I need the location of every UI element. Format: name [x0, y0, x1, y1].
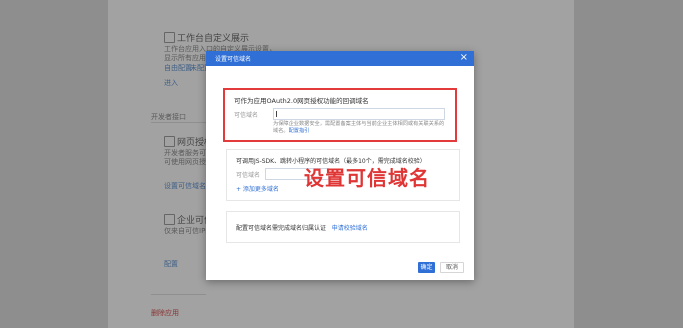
dev-info-label: 开发者接口	[151, 113, 186, 121]
jssdk-field-label: 可信域名	[236, 172, 261, 179]
oauth-section-title: 可作为应用OAuth2.0网页授权功能的回调域名	[234, 97, 369, 105]
delete-app-link[interactable]: 删除应用	[151, 308, 179, 318]
divider	[151, 294, 206, 295]
cancel-button[interactable]: 取消	[440, 262, 464, 273]
verify-text: 配置可信域名需完成域名归属认证 申请校验域名	[236, 223, 368, 232]
oauth-hint: 为保障企业数据安全，需配置备案主体与当前企业主体相同或有关联关系的域名。配置指引	[273, 121, 449, 135]
verify-text-label: 配置可信域名需完成域名归属认证	[236, 225, 327, 232]
config-guide-link[interactable]: 配置指引	[289, 128, 310, 134]
domain-verify-section: 配置可信域名需完成域名归属认证 申请校验域名	[226, 211, 460, 243]
dialog-title: 设置可信域名	[215, 56, 252, 63]
workbench-link-a[interactable]: 自由配置	[164, 63, 192, 73]
oauth-domain-input[interactable]	[273, 108, 445, 120]
enter-link[interactable]: 进入	[164, 78, 178, 88]
oauth-domain-section: 可作为应用OAuth2.0网页授权功能的回调域名 可信域名 为保障企业数据安全，…	[223, 88, 457, 142]
workbench-title: 工作台自定义展示	[177, 34, 250, 44]
divider	[151, 122, 206, 123]
enterprise-icon	[164, 214, 175, 225]
set-domain-link[interactable]: 设置可信域名	[164, 181, 206, 191]
annotation-label: 设置可信域名	[304, 166, 430, 190]
confirm-button[interactable]: 确定	[418, 262, 435, 273]
add-more-domain-link[interactable]: + 添加更多域名	[236, 184, 279, 193]
config-link[interactable]: 配置	[164, 259, 178, 269]
dialog-header: 设置可信域名 ×	[206, 51, 474, 66]
oauth-icon	[164, 136, 175, 147]
close-icon[interactable]: ×	[460, 52, 468, 64]
text-cursor	[276, 111, 277, 117]
oauth-field-label: 可信域名	[234, 112, 259, 119]
workbench-icon	[164, 32, 175, 43]
apply-verify-link[interactable]: 申请校验域名	[332, 225, 368, 232]
